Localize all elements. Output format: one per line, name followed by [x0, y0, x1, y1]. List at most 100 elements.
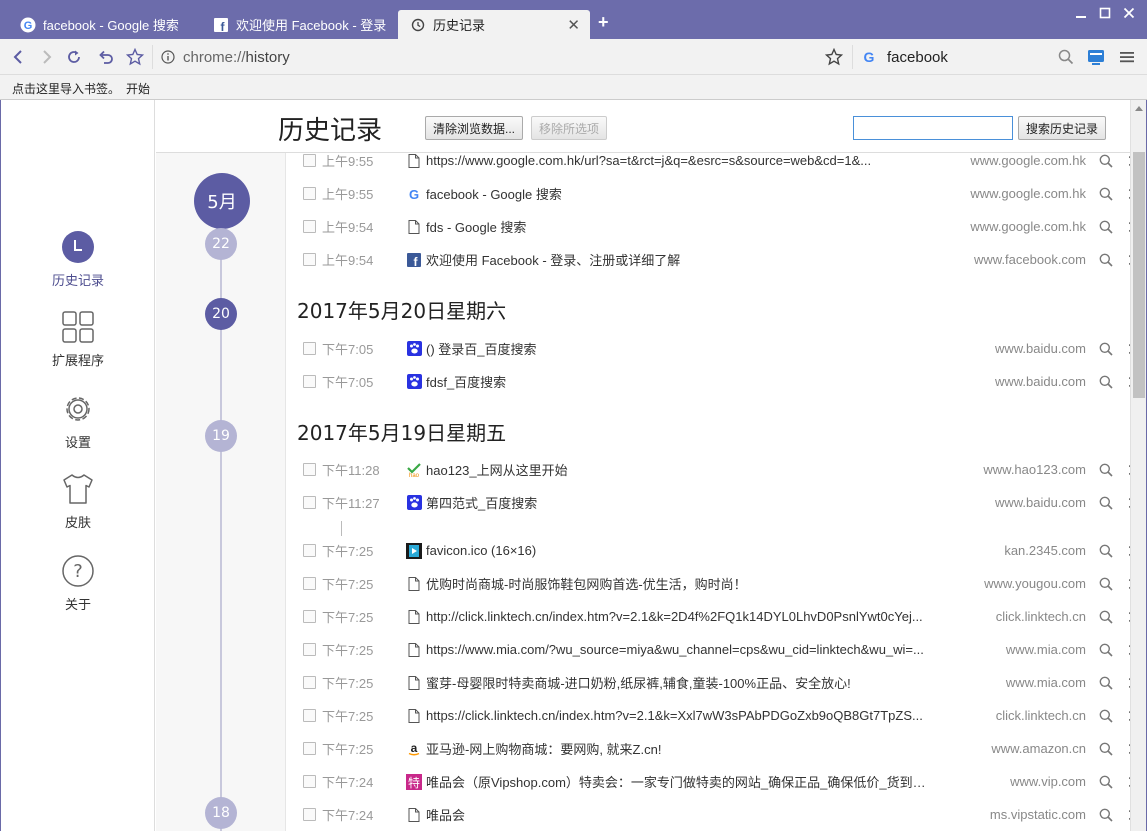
row-checkbox[interactable] [303, 775, 316, 788]
row-checkbox[interactable] [303, 577, 316, 590]
clear-browsing-data-button[interactable]: 清除浏览数据... [425, 116, 524, 140]
sidebar-item-history[interactable]: 历史记录 [1, 230, 155, 289]
remove-selected-button[interactable]: 移除所选项 [531, 116, 608, 140]
page-title-link[interactable]: fdsf_百度搜索 [426, 372, 936, 391]
search-icon[interactable] [1092, 187, 1120, 201]
timeline-day-22[interactable]: 22 [205, 228, 237, 260]
reload-icon[interactable] [63, 46, 85, 68]
page-title-link[interactable]: favicon.ico (16×16) [426, 543, 936, 558]
search-icon[interactable] [1092, 676, 1120, 690]
sidebar-item-about[interactable]: ? 关于 [1, 554, 155, 613]
sidebar-item-skins[interactable]: 皮肤 [1, 472, 155, 531]
history-row[interactable]: 下午7:25 a 亚马逊-网上购物商城：要网购, 就来Z.cn! www.amazon… [287, 732, 1140, 765]
search-icon[interactable] [1092, 375, 1120, 389]
undo-icon[interactable] [95, 46, 117, 68]
page-title-link[interactable]: 优购时尚商城-时尚服饰鞋包网购首选-优生活，购时尚！ [426, 574, 936, 593]
search-icon[interactable] [1092, 342, 1120, 356]
star-icon[interactable] [823, 46, 845, 68]
search-icon[interactable] [1092, 220, 1120, 234]
scroll-up-icon[interactable] [1131, 100, 1146, 116]
row-checkbox[interactable] [303, 676, 316, 689]
new-tab-button[interactable]: + [598, 12, 609, 33]
page-title-link[interactable]: fds - Google 搜索 [426, 217, 936, 236]
start-link[interactable]: 开始 [126, 82, 150, 96]
row-checkbox[interactable] [303, 808, 316, 821]
search-history-button[interactable]: 搜索历史记录 [1018, 116, 1107, 140]
window-close-icon[interactable] [1119, 6, 1139, 23]
row-checkbox[interactable] [303, 643, 316, 656]
search-icon[interactable] [1092, 775, 1120, 789]
page-title-link[interactable]: 欢迎使用 Facebook - 登录、注册或详细了解 [426, 250, 936, 269]
user-panel-icon[interactable] [1085, 46, 1107, 68]
tab-history[interactable]: 历史记录 ✕ [398, 10, 590, 39]
page-title-link[interactable]: () 登录百_百度搜索 [426, 339, 936, 358]
info-icon[interactable] [161, 50, 175, 64]
history-row[interactable]: 下午7:25 http://click.linktech.cn/index.htm… [287, 600, 1140, 633]
search-icon[interactable] [1092, 463, 1120, 477]
row-checkbox[interactable] [303, 253, 316, 266]
history-row[interactable]: 下午7:25 https://click.linktech.cn/index.ht… [287, 699, 1140, 732]
row-checkbox[interactable] [303, 544, 316, 557]
page-title-link[interactable]: https://click.linktech.cn/index.htm?v=2.… [426, 708, 936, 723]
history-row[interactable]: 下午11:27 第四范式_百度搜索 www.baidu.com [287, 486, 1140, 519]
page-title-link[interactable]: 唯品会 [426, 805, 936, 824]
page-title-link[interactable]: https://www.google.com.hk/url?sa=t&rct=j… [426, 153, 936, 168]
sidebar-item-extensions[interactable]: 扩展程序 [1, 310, 155, 369]
row-checkbox[interactable] [303, 742, 316, 755]
tab-facebook[interactable]: f 欢迎使用 Facebook - 登录、 [201, 10, 397, 39]
menu-icon[interactable] [1116, 46, 1138, 68]
history-row[interactable]: 下午7:24 特唯品会（原Vipshop.com）特卖会：一家专门做特卖的网站_确… [287, 765, 1140, 798]
timeline-month[interactable]: 5月 [194, 173, 250, 229]
search-icon[interactable] [1092, 496, 1120, 510]
history-row[interactable]: 下午7:05 fdsf_百度搜索 www.baidu.com [287, 365, 1140, 398]
page-title-link[interactable]: 第四范式_百度搜索 [426, 493, 936, 512]
search-icon[interactable] [1092, 643, 1120, 657]
minimize-icon[interactable] [1071, 6, 1091, 23]
history-row[interactable]: 上午9:55 Gfacebook - Google 搜索 www.google.co… [287, 177, 1140, 210]
back-icon[interactable] [8, 46, 30, 68]
row-checkbox[interactable] [303, 220, 316, 233]
sidebar-item-settings[interactable]: 设置 [1, 392, 155, 451]
page-title-link[interactable]: http://click.linktech.cn/index.htm?v=2.1… [426, 609, 936, 624]
history-row[interactable]: 上午9:54 f 欢迎使用 Facebook - 登录、注册或详细了解 www.fac… [287, 243, 1140, 276]
search-icon[interactable] [1092, 154, 1120, 168]
search-engine-box[interactable]: G facebook [852, 45, 1080, 69]
row-checkbox[interactable] [303, 709, 316, 722]
row-checkbox[interactable] [303, 154, 316, 167]
history-row[interactable]: 下午7:25 蜜芽-母婴限时特卖商城-进口奶粉,纸尿裤,辅食,童装-100%正品、… [287, 666, 1140, 699]
page-title-link[interactable]: facebook - Google 搜索 [426, 184, 936, 203]
import-bookmarks-link[interactable]: 点击这里导入书签。 [12, 82, 120, 96]
history-row[interactable]: 下午7:25 优购时尚商城-时尚服饰鞋包网购首选-优生活，购时尚！ www.youg… [287, 567, 1140, 600]
row-checkbox[interactable] [303, 463, 316, 476]
page-title-link[interactable]: https://www.mia.com/?wu_source=miya&wu_c… [426, 642, 936, 657]
search-icon[interactable] [1055, 46, 1077, 68]
address-bar[interactable]: chrome://history [152, 45, 852, 69]
timeline-day-20[interactable]: 20 [205, 298, 237, 330]
search-icon[interactable] [1092, 544, 1120, 558]
history-row[interactable]: 下午7:25 https://www.mia.com/?wu_source=miy… [287, 633, 1140, 666]
history-search-input[interactable] [853, 116, 1013, 140]
page-title-link[interactable]: 亚马逊-网上购物商城：要网购, 就来Z.cn! [426, 739, 936, 758]
history-row[interactable]: 上午9:54 fds - Google 搜索 www.google.com.hk [287, 210, 1140, 243]
page-title-link[interactable]: hao123_上网从这里开始 [426, 460, 936, 479]
history-row[interactable]: 下午7:24 唯品会 ms.vipstatic.com [287, 798, 1140, 831]
close-icon[interactable]: ✕ [567, 16, 580, 34]
maximize-icon[interactable] [1095, 6, 1115, 23]
row-checkbox[interactable] [303, 610, 316, 623]
history-row[interactable]: 下午11:28 hao hao123_上网从这里开始 www.hao123.com [287, 453, 1140, 486]
search-icon[interactable] [1092, 610, 1120, 624]
timeline-day-19[interactable]: 19 [205, 420, 237, 452]
forward-icon[interactable] [35, 46, 57, 68]
page-title-link[interactable]: 唯品会（原Vipshop.com）特卖会：一家专门做特卖的网站_确保正品_确保低… [426, 772, 936, 791]
timeline-day-18[interactable]: 18 [205, 797, 237, 829]
row-checkbox[interactable] [303, 187, 316, 200]
search-icon[interactable] [1092, 808, 1120, 822]
row-checkbox[interactable] [303, 375, 316, 388]
search-icon[interactable] [1092, 253, 1120, 267]
search-icon[interactable] [1092, 742, 1120, 756]
row-checkbox[interactable] [303, 496, 316, 509]
tab-google-search[interactable]: G facebook - Google 搜索 [8, 10, 201, 39]
bookmark-star-icon[interactable] [124, 46, 146, 68]
history-row[interactable]: 上午9:55 https://www.google.com.hk/url?sa=t… [287, 144, 1140, 177]
search-icon[interactable] [1092, 577, 1120, 591]
